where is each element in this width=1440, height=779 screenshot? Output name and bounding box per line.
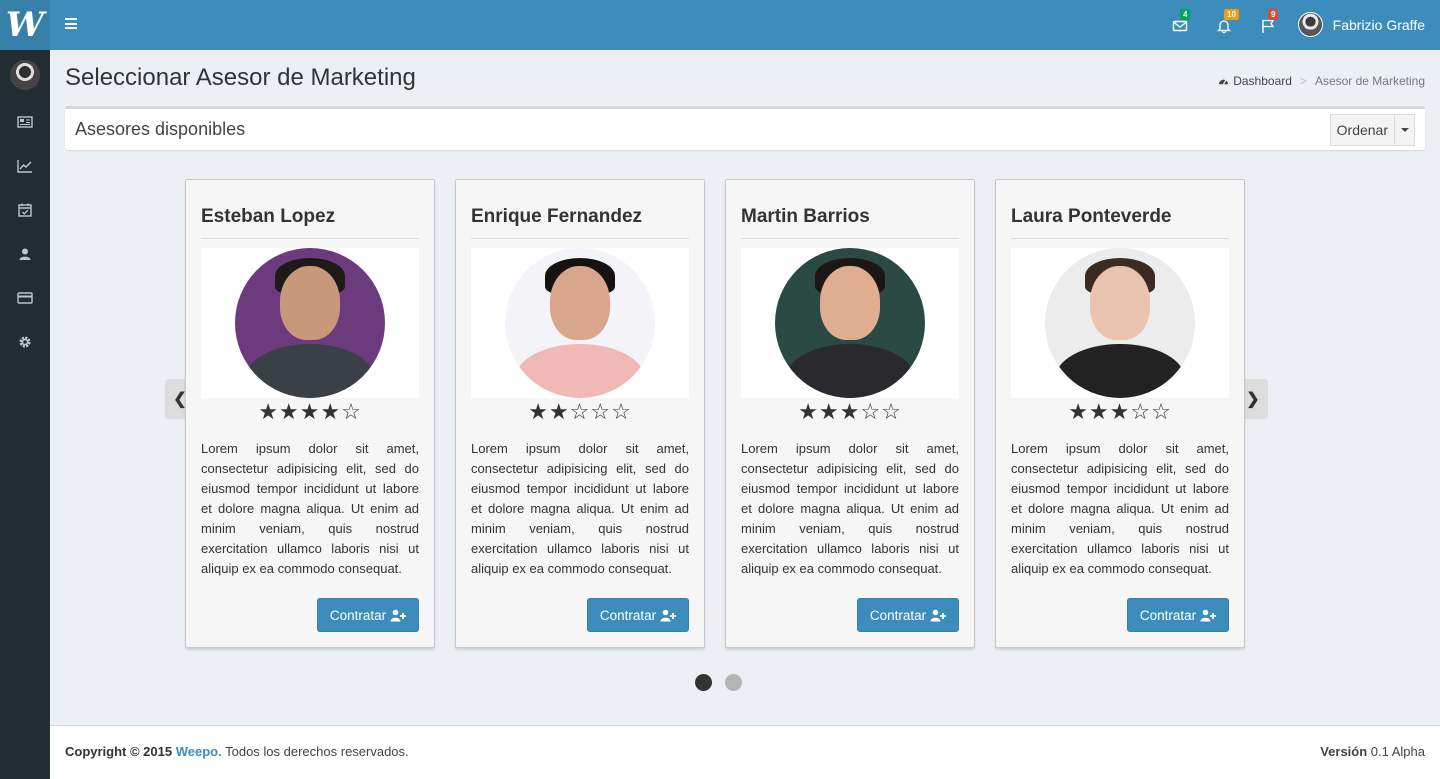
user-name: Fabrizio Graffe (1332, 16, 1425, 33)
breadcrumb-home[interactable]: Dashboard (1218, 74, 1292, 88)
advisor-name: Martin Barrios (741, 206, 959, 239)
advisor-name: Esteban Lopez (201, 206, 419, 239)
box-title: Asesores disponibles (75, 119, 246, 139)
user-avatar (1297, 12, 1323, 37)
version-value: 0.1 Alpha (1367, 744, 1425, 759)
user-plus-icon (1200, 609, 1217, 621)
user-menu[interactable]: Fabrizio Graffe (1297, 12, 1425, 37)
hire-button-label: Contratar (869, 607, 927, 623)
user-plus-icon (660, 609, 677, 621)
dashboard-icon (1219, 79, 1229, 85)
rights-text: Todos los derechos reservados. (221, 744, 409, 759)
hire-button[interactable]: Contratar (587, 598, 689, 632)
footer-version: Versión 0.1 Alpha (1320, 744, 1425, 759)
flag-icon (1262, 19, 1275, 33)
hire-button-label: Contratar (599, 607, 657, 623)
envelope-icon (1172, 20, 1188, 32)
advisor-description: Lorem ipsum dolor sit amet, consectetur … (201, 441, 419, 576)
sort-button[interactable]: Ordenar (1329, 114, 1395, 146)
advisor-card: Enrique Fernandez ★★☆☆☆ Lorem ipsum dolor … (455, 179, 705, 648)
calendar-check-icon (18, 203, 32, 217)
sidebar-item-settings[interactable] (16, 333, 34, 351)
tasks-badge: 9 (1268, 9, 1279, 20)
breadcrumb-separator: > (1299, 74, 1307, 88)
gear-icon (19, 336, 31, 348)
newspaper-icon (17, 116, 33, 128)
advisor-photo (505, 248, 655, 398)
sidebar-item-news[interactable] (16, 113, 34, 131)
messages-button[interactable]: 4 (1168, 9, 1192, 38)
advisor-photo (775, 248, 925, 398)
advisor-card: Martin Barrios ★★★☆☆ Lorem ipsum dolor sit… (725, 179, 975, 648)
messages-badge: 4 (1180, 9, 1191, 20)
user-icon (19, 248, 31, 260)
sidebar-avatar[interactable] (10, 60, 40, 90)
hire-button[interactable]: Contratar (317, 598, 419, 632)
advisor-photo-frame (741, 248, 959, 398)
advisor-description: Lorem ipsum dolor sit amet, consectetur … (741, 441, 959, 576)
advisor-rating: ★★★☆☆ (798, 400, 902, 425)
advisor-name: Enrique Fernandez (471, 206, 689, 239)
breadcrumb: Dashboard > Asesor de Marketing (1218, 74, 1425, 88)
sort-caret-button[interactable] (1395, 114, 1415, 146)
advisor-photo-frame (1011, 248, 1229, 398)
sidebar-item-billing[interactable] (16, 289, 34, 307)
notifications-button[interactable]: 10 (1212, 9, 1239, 38)
app-logo[interactable]: W (0, 0, 50, 50)
credit-card-icon (17, 292, 33, 304)
advisor-description: Lorem ipsum dolor sit amet, consectetur … (471, 441, 689, 576)
breadcrumb-current: Asesor de Marketing (1314, 74, 1425, 88)
user-plus-icon (930, 609, 947, 621)
sidebar-item-calendar[interactable] (16, 201, 34, 219)
advisor-description: Lorem ipsum dolor sit amet, consectetur … (1011, 441, 1229, 576)
sidebar-item-stats[interactable] (16, 157, 34, 175)
carousel-dot-1[interactable] (695, 674, 712, 691)
hire-button[interactable]: Contratar (1127, 598, 1229, 632)
brand-link[interactable]: Weepo. (176, 744, 222, 759)
advisor-card: Laura Ponteverde ★★★☆☆ Lorem ipsum dolor s… (995, 179, 1245, 648)
carousel-dot-2[interactable] (725, 674, 742, 691)
copyright-text: Copyright © 2015 (65, 744, 173, 759)
advisors-box: Asesores disponibles Ordenar (65, 106, 1425, 150)
caret-down-icon (1400, 128, 1409, 132)
advisor-rating: ★★★★☆ (258, 400, 362, 425)
version-label: Versión (1320, 744, 1368, 759)
hire-button[interactable]: Contratar (857, 598, 959, 632)
footer-copyright: Copyright © 2015 Weepo. Todos los derech… (65, 744, 409, 759)
logo-letter: W (5, 5, 45, 45)
sort-dropdown: Ordenar (1329, 114, 1415, 146)
bell-icon (1216, 20, 1232, 34)
breadcrumb-home-label: Dashboard (1233, 74, 1292, 88)
footer: Copyright © 2015 Weepo. Todos los derech… (50, 725, 1440, 779)
advisor-photo-frame (471, 248, 689, 398)
user-plus-icon (390, 609, 407, 621)
line-chart-icon (17, 160, 32, 173)
sidebar-toggle-icon[interactable] (65, 18, 77, 29)
advisor-photo (1045, 248, 1195, 398)
advisor-rating: ★★☆☆☆ (528, 400, 632, 425)
hire-button-label: Contratar (329, 607, 387, 623)
notifications-badge: 10 (1224, 9, 1239, 20)
top-navbar: 4 10 9 Fabrizio Graffe (50, 0, 1440, 50)
advisor-rating: ★★★☆☆ (1068, 400, 1172, 425)
advisor-photo-frame (201, 248, 419, 398)
page-title: Seleccionar Asesor de Marketing (65, 64, 416, 91)
sidebar (0, 50, 50, 779)
advisor-photo (235, 248, 385, 398)
tasks-button[interactable]: 9 (1256, 9, 1280, 38)
advisor-name: Laura Ponteverde (1011, 206, 1229, 239)
hire-button-label: Contratar (1139, 607, 1197, 623)
advisor-card: Esteban Lopez ★★★★☆ Lorem ipsum dolor sit … (185, 179, 435, 648)
sidebar-item-profile[interactable] (16, 245, 34, 263)
